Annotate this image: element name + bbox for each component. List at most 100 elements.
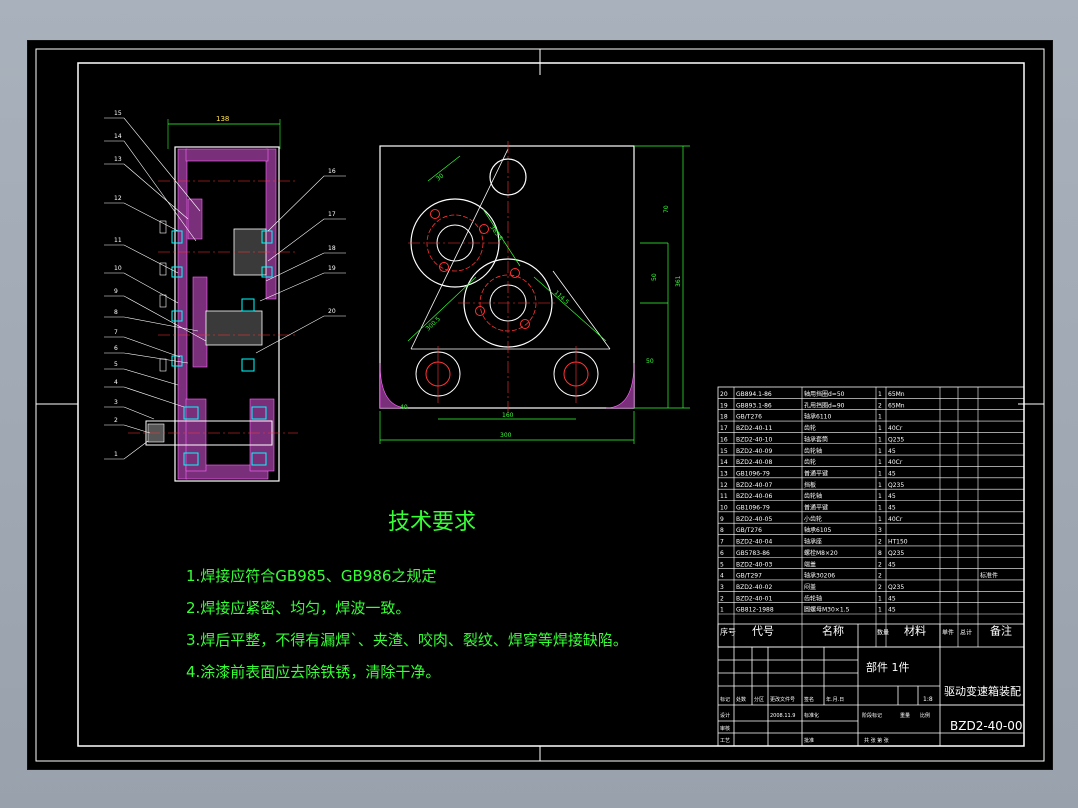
bom-cell-no: 19 <box>720 402 728 409</box>
drawing-sheet: 138 300 160 50 40 30 361 50 385.5 300.5 … <box>27 40 1053 770</box>
bom-cell-mat: Q235 <box>888 584 904 591</box>
bom-cell-no: 8 <box>720 527 724 534</box>
bom-cell-name: 齿轮轴 <box>804 594 822 602</box>
dim-40: 40 <box>400 404 408 411</box>
bom-cell-code: GB893.1-86 <box>736 402 772 409</box>
bom-cell-no: 16 <box>720 436 728 443</box>
bom-cell-code: GB1096-79 <box>736 505 770 512</box>
bom-cell-qty: 1 <box>878 516 882 523</box>
bom-cell-no: 20 <box>720 391 728 398</box>
dim-361: 361 <box>675 275 682 287</box>
dim-50b: 50 <box>651 273 658 281</box>
bom-cell-mat: Q235 <box>888 482 904 489</box>
drawing-number: BZD2-40-00 <box>950 719 1023 733</box>
balloon-11: 11 <box>114 237 122 244</box>
balloon-6: 6 <box>114 345 118 352</box>
bom-row: 11 BZD2-40-06 齿轮轴 1 45 <box>720 492 896 500</box>
bom-row: 17 BZD2-40-11 齿轮 1 40Cr <box>720 424 903 432</box>
bom-cell-no: 15 <box>720 448 728 455</box>
balloon-9: 9 <box>114 288 118 295</box>
balloon-13: 13 <box>114 156 122 163</box>
balloon-20: 20 <box>328 308 336 315</box>
bom-cell-no: 4 <box>720 573 724 580</box>
bom-cell-name: 齿轮轴 <box>804 492 822 500</box>
balloon-16: 16 <box>328 168 336 175</box>
bom-row: 3 BZD2-40-02 闷盖 2 Q235 <box>720 583 904 591</box>
bom-cell-code: GB1096-79 <box>736 470 770 477</box>
dim-114: 114.5 <box>553 289 571 306</box>
bom-cell-name: 挡板 <box>804 481 816 489</box>
technical-requirements: 技术要求 1.焊接应符合GB985、GB986之规定 2.焊接应紧密、均匀，焊波… <box>186 510 628 681</box>
rev-col-1: 标记 <box>720 696 730 703</box>
std-label: 标准化 <box>804 712 819 719</box>
rev-col-3: 分区 <box>754 696 764 703</box>
bom-cell-name: 孔用挡圈d=90 <box>804 401 845 409</box>
bom-cell-name: 轴承套筒 <box>804 435 828 443</box>
bom-cell-no: 18 <box>720 414 728 421</box>
rev-col-6: 年.月.日 <box>826 696 844 703</box>
bom-cell-no: 9 <box>720 516 724 523</box>
bom-cell-name: 端盖 <box>804 560 816 568</box>
bom-cell-mat: 40Cr <box>888 425 903 432</box>
bom-row: 8 GB/T276 轴承6105 3 <box>720 526 882 534</box>
bom-cell-code: BZD2-40-06 <box>736 493 772 500</box>
bom-cell-mat: 45 <box>888 561 896 568</box>
bom-cell-no: 5 <box>720 561 724 568</box>
bom-header-qty: 数量 <box>877 629 889 637</box>
bom-cell-mat: 40Cr <box>888 516 903 523</box>
bom-header-no: 序号 <box>720 627 736 637</box>
balloon-19: 19 <box>328 265 336 272</box>
balloon-labels: 15 14 13 12 11 10 9 8 7 6 5 4 3 2 1 16 17 18 19 20 <box>114 110 336 458</box>
bom-cell-code: BZD2-40-02 <box>736 584 772 591</box>
bom-row: 14 BZD2-40-08 齿轮 1 40Cr <box>720 458 903 466</box>
bom-cell-qty: 1 <box>878 414 882 421</box>
balloon-4: 4 <box>114 379 118 386</box>
bom-cell-qty: 3 <box>878 527 882 534</box>
tech-req-item-4: 4.涂漆前表面应去除铁锈，清除干净。 <box>186 663 440 681</box>
bom-cell-no: 7 <box>720 539 724 546</box>
bom-header-w2: 总计 <box>960 629 972 637</box>
bom-row: 20 GB894.1-86 轴用挡圈d=50 1 65Mn <box>720 390 905 398</box>
bom-cell-no: 1 <box>720 607 724 614</box>
bom-cell-name: 普通平键 <box>804 504 828 512</box>
bom-row: 9 BZD2-40-05 小齿轮 1 40Cr <box>720 515 903 523</box>
bom-cell-code: BZD2-40-05 <box>736 516 772 523</box>
bom-cell-qty: 1 <box>878 595 882 602</box>
tech-req-item-1: 1.焊接应符合GB985、GB986之规定 <box>186 567 436 585</box>
bom-cell-qty: 1 <box>878 425 882 432</box>
rev-col-4: 更改文件号 <box>770 696 795 703</box>
bom-cell-name: 齿轮 <box>804 458 816 466</box>
bom-row: 4 GB/T297 轴承30206 2 标准件 <box>720 572 998 580</box>
bom-header-name: 名称 <box>822 624 844 638</box>
design-date: 2008.11.9 <box>770 713 795 719</box>
bom-cell-mat: HT150 <box>888 539 908 546</box>
bom-table: 20 GB894.1-86 轴用挡圈d=50 1 65Mn19 GB893.1-86 孔用挡… <box>717 386 1025 648</box>
designer-label: 设计 <box>720 712 730 719</box>
bom-cell-no: 13 <box>720 470 728 477</box>
bom-cell-code: BZD2-40-08 <box>736 459 772 466</box>
bom-cell-name: 齿轮轴 <box>804 447 822 455</box>
bom-cell-code: BZD2-40-03 <box>736 561 772 568</box>
balloon-15: 15 <box>114 110 122 117</box>
bom-cell-mat: 45 <box>888 493 896 500</box>
dim-70: 70 <box>663 205 670 213</box>
bom-cell-name: 轴承6110 <box>804 413 831 421</box>
bom-cell-qty: 2 <box>878 561 882 568</box>
balloon-10: 10 <box>114 265 122 272</box>
dim-160: 160 <box>502 412 514 419</box>
bom-row: 12 BZD2-40-07 挡板 1 Q235 <box>720 481 904 489</box>
dim-top-138: 138 <box>216 115 229 123</box>
bom-cell-name: 圆螺母M30×1.5 <box>804 606 850 614</box>
bom-cell-qty: 1 <box>878 459 882 466</box>
ratio-label: 比例 <box>920 712 930 719</box>
bom-cell-qty: 2 <box>878 573 882 580</box>
dim-300: 300 <box>500 432 512 439</box>
cad-drawing: 138 300 160 50 40 30 361 50 385.5 300.5 … <box>35 48 1045 762</box>
bom-row: 2 BZD2-40-01 齿轮轴 1 45 <box>720 594 896 602</box>
bom-cell-no: 14 <box>720 459 728 466</box>
dim-30: 30 <box>435 172 445 182</box>
scale-value: 1:8 <box>923 696 933 703</box>
balloon-18: 18 <box>328 245 336 252</box>
bom-cell-no: 2 <box>720 595 724 602</box>
bom-cell-qty: 1 <box>878 391 882 398</box>
